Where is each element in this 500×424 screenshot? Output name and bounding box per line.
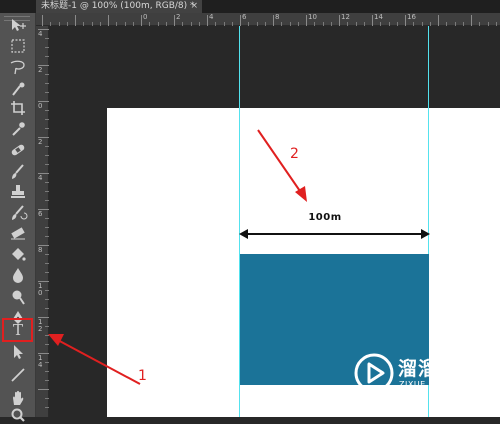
hand-tool-icon[interactable] xyxy=(8,389,28,407)
close-tab-icon[interactable]: × xyxy=(190,0,198,13)
spot-healing-tool-icon-glyph xyxy=(11,144,25,156)
line-tool-icon[interactable] xyxy=(8,366,28,384)
ruler-label: 12 xyxy=(341,13,350,21)
ruler-label: 2 xyxy=(38,67,46,74)
eyedropper-tool-icon[interactable] xyxy=(8,120,28,138)
paint-bucket-tool-icon-glyph xyxy=(12,248,26,261)
annotation-label-1: 1 xyxy=(138,368,147,384)
ruler-tick xyxy=(141,15,142,26)
ruler-tick xyxy=(372,15,373,26)
clone-stamp-tool-icon-glyph xyxy=(11,185,25,198)
ruler-label: 4 xyxy=(38,31,46,38)
annotation-label-2: 2 xyxy=(290,146,299,162)
watermark: 溜溜自学 ZIXUE.3D66.COM xyxy=(352,350,490,396)
ruler-label: 6 xyxy=(242,13,247,21)
path-selection-tool-icon-glyph xyxy=(14,345,23,359)
ruler-tick xyxy=(273,15,274,26)
ruler-label: 10 xyxy=(38,283,46,297)
crop-tool-icon[interactable] xyxy=(8,99,28,117)
line-tool-icon-glyph xyxy=(11,368,25,382)
watermark-title: 溜溜自学 xyxy=(398,358,479,380)
ruler-tick xyxy=(207,15,208,26)
path-selection-tool-icon[interactable] xyxy=(8,343,28,361)
document-tab-bar: 未标题-1 @ 100% (100m, RGB/8) * × xyxy=(0,0,500,13)
zoom-tool-icon-glyph xyxy=(11,408,25,422)
marquee-tool-icon[interactable] xyxy=(8,37,28,55)
ruler-label-char: 4 xyxy=(38,30,43,38)
annotation-arrow-1 xyxy=(48,334,141,385)
horizontal-ruler[interactable]: 0 2 4 6 8 10 12 14 16 xyxy=(36,13,500,26)
blur-tool-icon[interactable] xyxy=(8,266,28,284)
ruler-label-char: 0 xyxy=(38,289,43,297)
document-tab[interactable]: 未标题-1 @ 100% (100m, RGB/8) * × xyxy=(36,0,202,13)
ruler-label: 16 xyxy=(407,13,416,21)
dimension-arrow xyxy=(239,229,430,239)
move-tool-icon-glyph xyxy=(12,19,26,31)
ruler-label: 0 xyxy=(38,103,46,110)
clone-stamp-tool-icon[interactable] xyxy=(8,183,28,201)
spot-healing-tool-icon[interactable] xyxy=(8,141,28,159)
ruler-label-char: 6 xyxy=(38,210,43,218)
marquee-tool-icon-glyph xyxy=(11,39,25,53)
ruler-label-char: 0 xyxy=(38,102,43,110)
ruler-label-char: 4 xyxy=(38,174,43,182)
watermark-logo-icon xyxy=(354,353,394,393)
move-tool-icon[interactable] xyxy=(8,16,28,34)
ruler-tick xyxy=(75,15,76,26)
ruler-label-char: 2 xyxy=(38,66,43,74)
paint-bucket-tool-icon[interactable] xyxy=(8,245,28,263)
quick-selection-tool-icon-glyph xyxy=(12,82,25,96)
ruler-tick xyxy=(438,15,439,26)
watermark-url: ZIXUE.3D66.COM xyxy=(399,380,476,389)
ruler-label: 14 xyxy=(374,13,383,21)
eraser-tool-icon-glyph xyxy=(11,227,25,240)
ruler-tick xyxy=(174,15,175,26)
ruler-label-char: 2 xyxy=(38,138,43,146)
zoom-tool-icon[interactable] xyxy=(8,406,28,424)
annotation-arrow-2 xyxy=(257,129,307,202)
eraser-tool-icon[interactable] xyxy=(8,224,28,242)
crop-tool-icon-glyph xyxy=(11,101,25,115)
type-tool-highlight xyxy=(2,318,33,342)
ruler-label: 4 xyxy=(38,175,46,182)
ruler-label: 6 xyxy=(38,211,46,218)
ruler-label: 2 xyxy=(176,13,181,21)
ruler-tick xyxy=(240,15,241,26)
lasso-tool-icon-glyph xyxy=(10,60,25,75)
tools-panel: T xyxy=(0,13,36,422)
dimension-label: 100m xyxy=(308,212,342,223)
blur-tool-icon-glyph xyxy=(13,268,23,283)
ruler-tick xyxy=(339,15,340,26)
ruler-tick xyxy=(405,15,406,26)
ruler-label: 10 xyxy=(308,13,317,21)
dodge-tool-icon-glyph xyxy=(12,290,25,305)
ruler-label: 0 xyxy=(143,13,148,21)
ruler-tick xyxy=(306,15,307,26)
brush-tool-icon[interactable] xyxy=(8,163,28,181)
brush-tool-icon-glyph xyxy=(12,164,24,179)
lasso-tool-icon[interactable] xyxy=(8,58,28,76)
hand-tool-icon-glyph xyxy=(13,390,24,405)
dodge-tool-icon[interactable] xyxy=(8,288,28,306)
document-tab-title: 未标题-1 @ 100% (100m, RGB/8) * xyxy=(41,1,195,11)
ruler-tick xyxy=(42,15,43,26)
ruler-tick xyxy=(471,15,472,26)
ruler-tick xyxy=(108,15,109,26)
ruler-label-char: 8 xyxy=(38,246,43,254)
eyedropper-tool-icon-glyph xyxy=(12,122,25,136)
ruler-label: 4 xyxy=(209,13,214,21)
quick-selection-tool-icon[interactable] xyxy=(8,80,28,98)
ruler-label: 2 xyxy=(38,139,46,146)
ruler-label: 8 xyxy=(38,247,46,254)
ruler-label: 8 xyxy=(275,13,280,21)
history-brush-tool-icon[interactable] xyxy=(8,204,28,222)
history-brush-tool-icon-glyph xyxy=(12,205,28,220)
